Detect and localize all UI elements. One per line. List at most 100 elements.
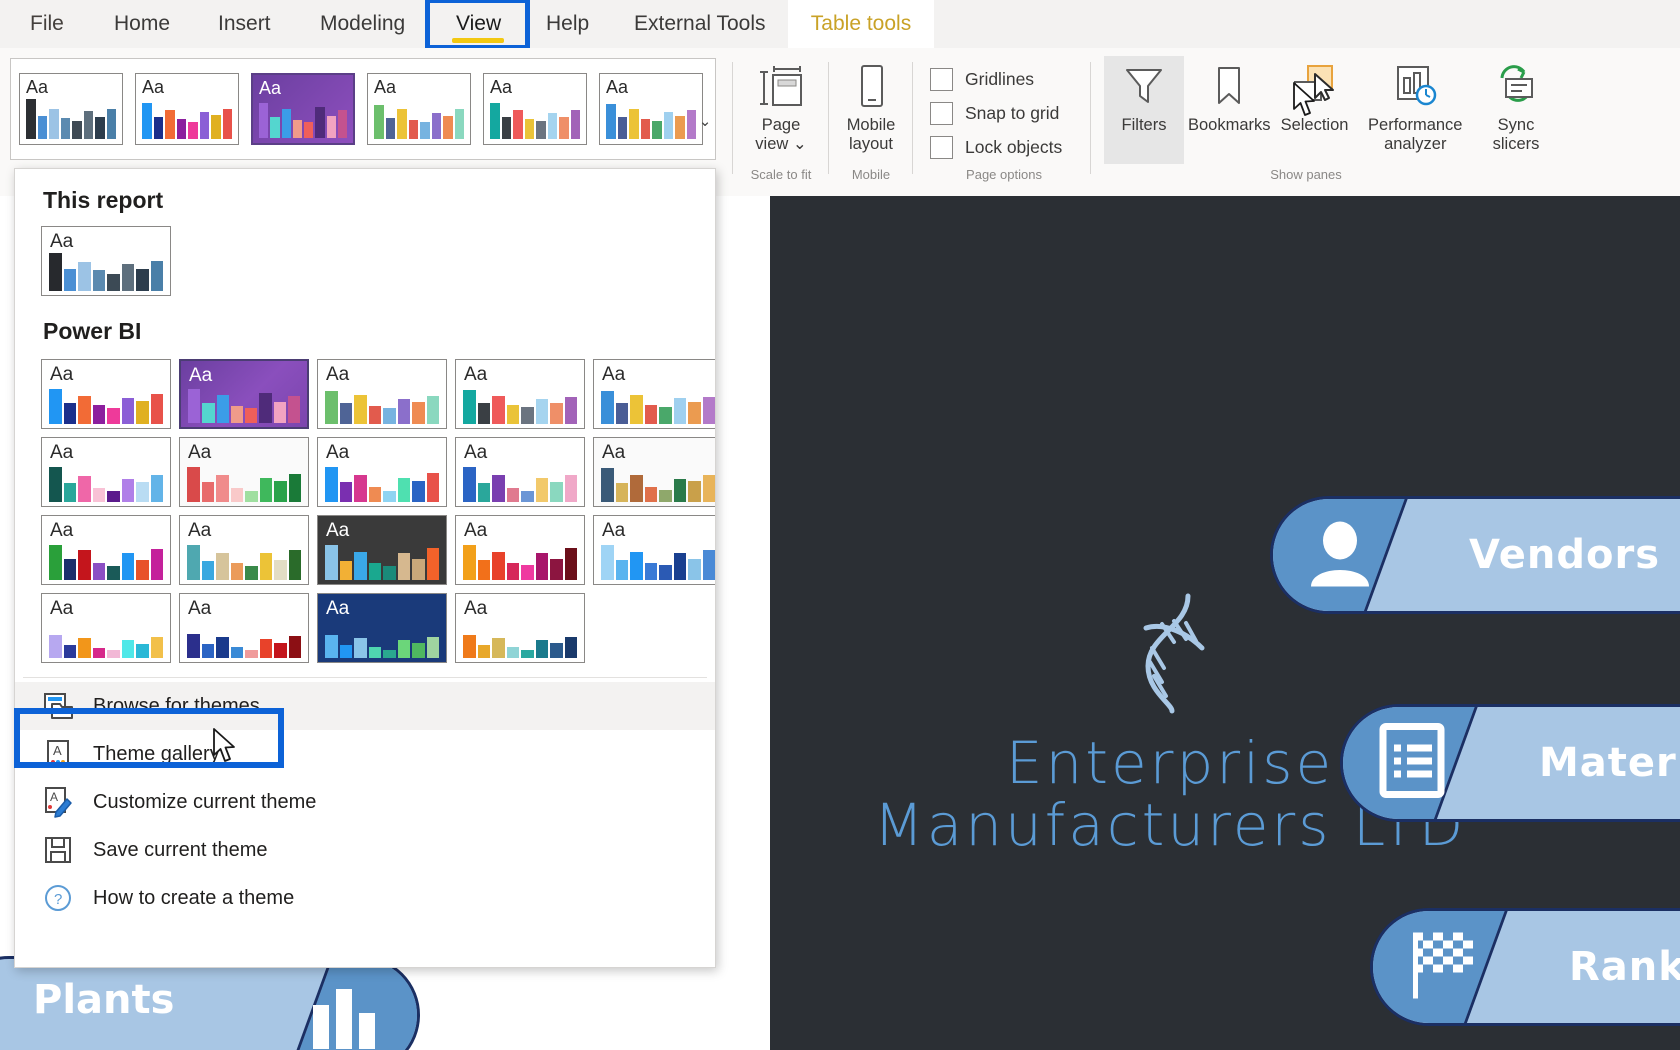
pane-button-performance-analyzer[interactable]: Performance analyzer — [1359, 56, 1472, 164]
swatch-aa-label: Aa — [490, 77, 513, 97]
tile-bar — [673, 398, 686, 424]
tile-bar — [659, 489, 672, 502]
tile-bar — [673, 479, 686, 502]
pane-button-filters[interactable]: Filters — [1104, 56, 1184, 164]
swatch-bars — [606, 97, 696, 139]
swatch-bar — [431, 112, 441, 139]
theme-tile-executive[interactable]: Aa — [317, 359, 447, 429]
tile-aa-label: Aa — [188, 598, 212, 619]
nav-button-materials[interactable]: Materials — [1340, 704, 1680, 822]
lock-objects-checkbox-box[interactable] — [930, 135, 953, 159]
theme-tile-aerial[interactable]: Aa — [593, 437, 715, 507]
themes-gallery[interactable]: Aa Aa Aa Aa Aa Aa — [10, 58, 716, 160]
theme-tile-storm[interactable]: Aa — [41, 515, 171, 585]
this-report-theme-tile-current-report-theme[interactable]: Aa — [41, 226, 171, 296]
how-to-create-a-theme-label: How to create a theme — [93, 886, 295, 909]
tile-bar — [63, 483, 76, 502]
tile-bar — [259, 639, 272, 658]
nav-button-vendors[interactable]: Vendors — [1270, 496, 1680, 614]
tab-file[interactable]: File — [24, 0, 70, 48]
pane-button-sync-slicers[interactable]: Sync slicers — [1476, 56, 1556, 164]
tab-insert-label: Insert — [218, 12, 271, 35]
theme-gallery-icon: A — [41, 737, 75, 771]
theme-tile-divergent[interactable]: Aa — [593, 359, 715, 429]
gallery-swatch-innovate[interactable]: Aa — [251, 73, 355, 145]
bar-chart-icon — [307, 987, 381, 1050]
tab-external-tools[interactable]: External Tools — [628, 0, 772, 48]
swatch-bar — [640, 119, 650, 139]
mobile-layout-button[interactable]: Mobile layout — [830, 56, 912, 154]
tile-bar — [535, 639, 548, 658]
theme-tile-classic[interactable]: Aa — [179, 515, 309, 585]
theme-tile-tidal[interactable]: Aa — [179, 437, 309, 507]
swatch-bar — [513, 110, 523, 139]
tile-bar — [339, 403, 352, 424]
browse-for-themes-label: Browse for themes — [93, 694, 260, 717]
theme-tile-colorful[interactable]: Aa — [41, 359, 171, 429]
page-view-button[interactable]: Page view ⌄ — [734, 56, 828, 154]
tab-help[interactable]: Help — [540, 0, 595, 48]
tile-bar — [230, 647, 243, 658]
theme-tile-solar[interactable]: Aa — [455, 437, 585, 507]
tile-bar — [492, 551, 505, 580]
theme-tile-twilight[interactable]: Aa — [455, 593, 585, 663]
tab-table-tools[interactable]: Table tools — [788, 0, 934, 48]
checkbox-lock-objects[interactable]: Lock objects — [930, 130, 1090, 164]
theme-tile-innovate[interactable]: Aa — [179, 359, 309, 429]
gallery-swatch-frontier[interactable]: Aa — [483, 73, 587, 145]
checkbox-snap-to-grid[interactable]: Snap to grid — [930, 96, 1090, 130]
nav-button-plants[interactable]: Plants — [0, 956, 420, 1050]
theme-tile-sunset[interactable]: Aa — [317, 593, 447, 663]
tile-bar — [150, 475, 163, 502]
gallery-swatch-divergent[interactable]: Aa — [599, 73, 703, 145]
theme-tile-frontier[interactable]: Aa — [455, 359, 585, 429]
tile-bar — [492, 638, 505, 658]
tile-bar — [259, 553, 272, 580]
svg-text:A: A — [50, 790, 58, 804]
tile-bar — [230, 487, 243, 502]
swatch-bar — [142, 103, 152, 139]
tile-bars — [187, 462, 301, 502]
gallery-swatch-default[interactable]: Aa — [19, 73, 123, 145]
theme-tile-classroom[interactable]: Aa — [455, 515, 585, 585]
gallery-swatch-colorful[interactable]: Aa — [135, 73, 239, 145]
menu-item-how-to-create-a-theme[interactable]: ? How to create a theme — [15, 874, 715, 922]
snap-to-grid-checkbox-box[interactable] — [930, 101, 953, 125]
tile-bar — [187, 634, 200, 658]
this-report-theme-tile-wrap[interactable]: Aa — [15, 220, 715, 296]
tile-bars — [325, 462, 439, 502]
tab-insert[interactable]: Insert — [212, 0, 277, 48]
theme-tile-electric[interactable]: Aa — [41, 593, 171, 663]
mobile-layout-icon — [854, 60, 888, 116]
theme-tile-city-park[interactable]: Aa — [317, 515, 447, 585]
theme-tile-colorblind-safe[interactable]: Aa — [593, 515, 715, 585]
tile-bar — [245, 566, 258, 580]
swatch-bar — [72, 120, 82, 139]
tile-bar — [492, 395, 505, 424]
power-bi-themes-grid[interactable]: Aa Aa Aa Aa Aa Aa Aa Aa Aa Aa Aa Aa Aa Aa Aa Aa Aa Aa Aa — [15, 351, 715, 663]
menu-item-browse-for-themes[interactable]: Browse for themes — [15, 682, 715, 730]
pane-button-selection[interactable]: Selection — [1275, 56, 1355, 164]
swatch-bars — [374, 97, 464, 139]
themes-dropdown-panel[interactable]: This report Aa Power BI Aa Aa Aa Aa Aa Aa Aa Aa… — [14, 168, 716, 968]
nav-button-rankings[interactable]: Rankings — [1370, 908, 1680, 1026]
pane-button-bookmarks[interactable]: Bookmarks — [1188, 56, 1271, 164]
tab-home[interactable]: Home — [108, 0, 176, 48]
checkbox-gridlines[interactable]: Gridlines — [930, 62, 1090, 96]
theme-tile-temperature[interactable]: Aa — [317, 437, 447, 507]
gridlines-checkbox-box[interactable] — [930, 67, 953, 91]
tab-modeling[interactable]: Modeling — [314, 0, 411, 48]
menu-item-customize-current-theme[interactable]: A Customize current theme — [15, 778, 715, 826]
theme-tile-bloom[interactable]: Aa — [41, 437, 171, 507]
menu-item-save-current-theme[interactable]: Save current theme — [15, 826, 715, 874]
tile-bar — [688, 559, 701, 580]
gallery-swatch-executive[interactable]: Aa — [367, 73, 471, 145]
tile-bar — [506, 562, 519, 580]
menu-item-theme-gallery[interactable]: A Theme gallery — [15, 730, 715, 778]
tile-bar — [187, 545, 200, 580]
theme-tile-high-contrast[interactable]: Aa — [179, 593, 309, 663]
tile-bar — [477, 645, 490, 658]
themes-gallery-expand-caret[interactable]: ⌄ — [694, 62, 716, 160]
swatch-bar — [315, 106, 325, 138]
tile-bar — [426, 473, 439, 502]
